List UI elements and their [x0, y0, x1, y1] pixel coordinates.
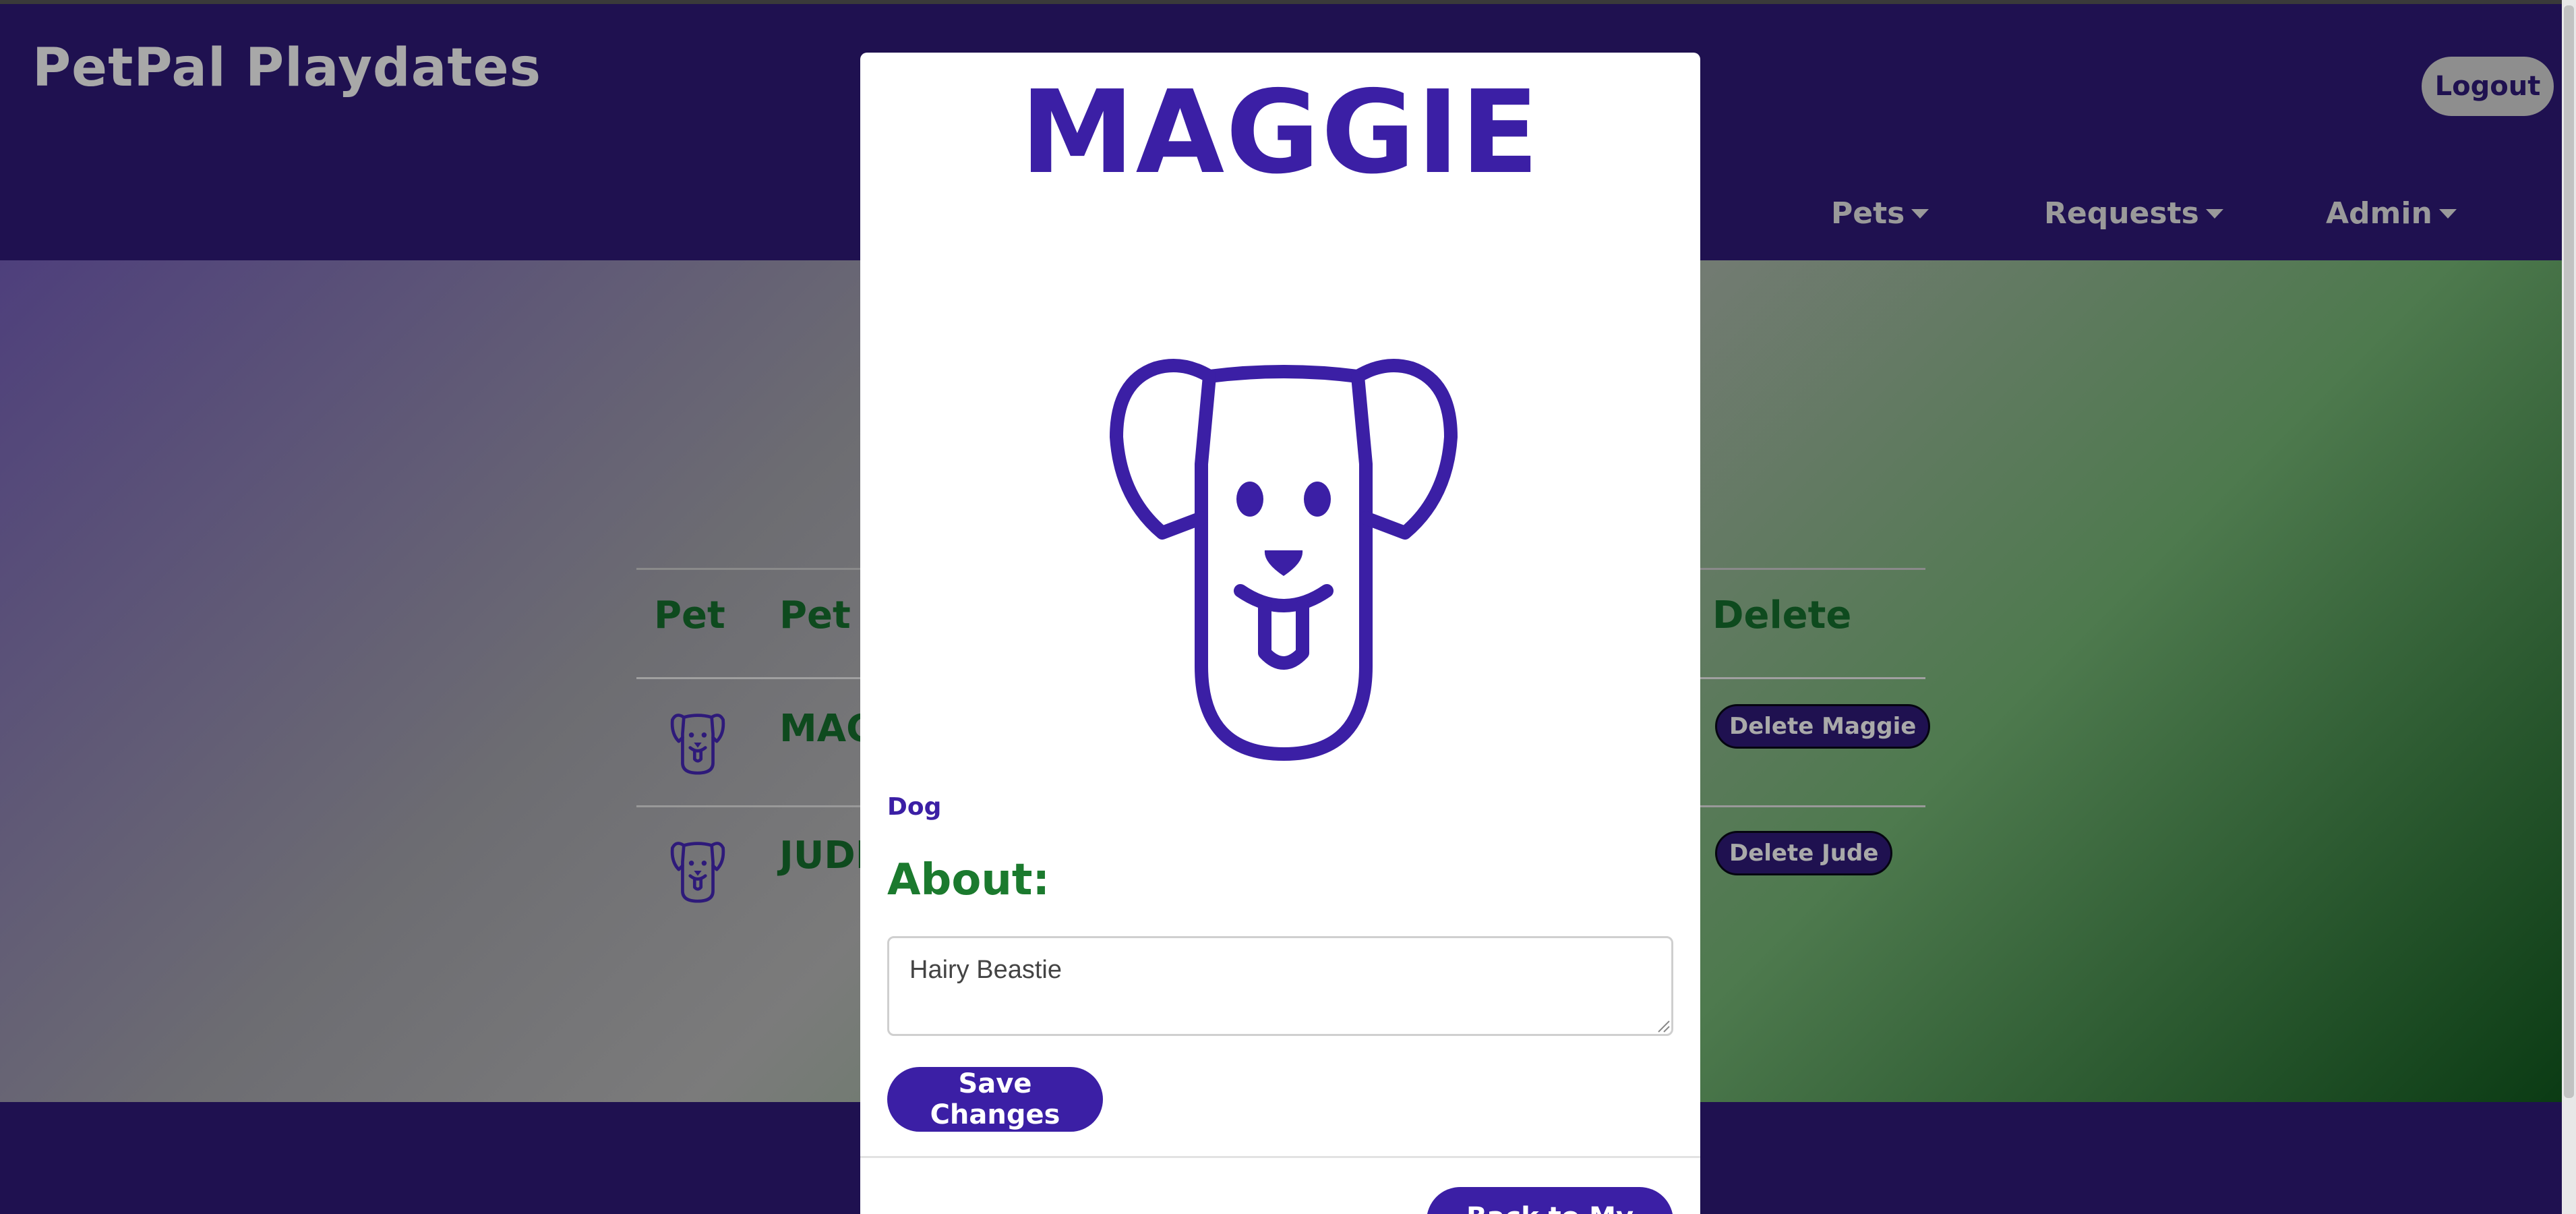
save-changes-button[interactable]: Save Changes [887, 1067, 1103, 1132]
chevron-down-icon [2438, 208, 2457, 219]
nav-menu-admin-label: Admin [2326, 196, 2432, 231]
dog-icon [670, 714, 725, 775]
resize-handle-icon[interactable] [1656, 1018, 1671, 1033]
nav-menu-pets[interactable]: Pets [1831, 196, 1929, 231]
nav-menu-requests[interactable]: Requests [2044, 196, 2223, 231]
scrollbar-thumb[interactable] [2564, 5, 2574, 1098]
about-textarea[interactable]: Hairy Beastie [887, 936, 1673, 1036]
nav-menu-admin[interactable]: Admin [2326, 196, 2457, 231]
logout-button[interactable]: Logout [2422, 57, 2554, 116]
about-heading: About: [887, 855, 1050, 905]
pet-detail-modal: MAGGIE Dog About: Hairy Beastie Save Cha… [860, 53, 1700, 1214]
chevron-down-icon [2205, 208, 2223, 219]
nav-menu-requests-label: Requests [2044, 196, 2199, 231]
nav-menu-pets-label: Pets [1831, 196, 1905, 231]
modal-title: MAGGIE [1020, 66, 1540, 200]
delete-jude-button[interactable]: Delete Jude [1715, 831, 1893, 875]
pet-species: Dog [887, 793, 942, 821]
delete-maggie-button[interactable]: Delete Maggie [1715, 704, 1931, 749]
table-header-delete: Delete [1712, 594, 1852, 637]
dog-icon [670, 842, 725, 903]
chevron-down-icon [1911, 208, 1929, 219]
modal-footer-divider [860, 1156, 1700, 1158]
table-header-pet: Pet [654, 594, 725, 637]
dog-icon [1110, 359, 1458, 761]
back-to-my-pets-button[interactable]: Back to My Pets [1427, 1187, 1673, 1214]
brand-title[interactable]: PetPal Playdates [32, 38, 541, 98]
